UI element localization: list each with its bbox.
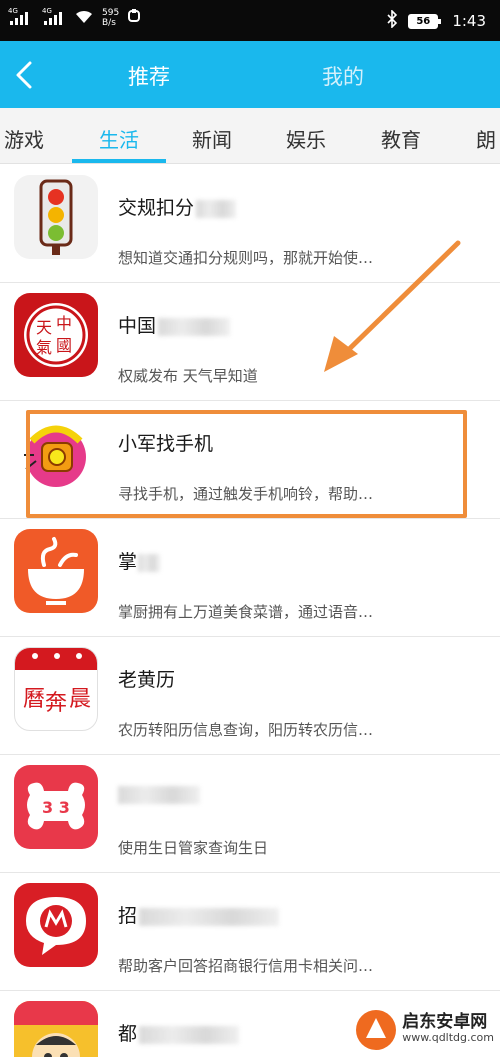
app-description: 想知道交通扣分规则吗，那就开始使…: [118, 249, 374, 267]
svg-text:3 3: 3 3: [42, 798, 70, 817]
tab-education[interactable]: 教育: [381, 124, 421, 153]
chevron-left-icon: [16, 61, 32, 89]
tab-recommend[interactable]: 推荐: [128, 61, 170, 91]
list-item[interactable]: 3 3 使用生日管家查询生日: [0, 755, 500, 873]
app-description: 农历转阳历信息查询，阳历转农历信…: [118, 721, 374, 739]
app-header: 推荐 我的: [0, 41, 500, 108]
china-seal-icon: 天 中 氣 國: [14, 293, 98, 377]
tab-partial[interactable]: 朗: [476, 124, 496, 153]
tab-news[interactable]: 新闻: [192, 124, 232, 153]
svg-text:晨: 晨: [69, 687, 91, 712]
cartoon-face-icon: [14, 1001, 98, 1057]
svg-text:天: 天: [36, 318, 52, 337]
cmb-bank-icon: [14, 883, 98, 967]
category-tab-bar: 游戏 生活 新闻 娱乐 教育 朗: [0, 108, 500, 164]
app-description: 权威发布 天气早知道: [118, 367, 258, 385]
active-tab-indicator: [72, 159, 166, 163]
clock: 1:43: [452, 12, 486, 30]
list-item[interactable]: 招 帮助客户回答招商银行信用卡相关问…: [0, 873, 500, 991]
app-description: 帮助客户回答招商银行信用卡相关问…: [118, 957, 374, 975]
network-speed: 595 B/s: [102, 8, 120, 28]
bowl-icon: [14, 529, 98, 613]
svg-text:國: 國: [56, 336, 72, 355]
back-button[interactable]: [8, 55, 42, 95]
battery-icon: 56: [408, 13, 442, 29]
tab-mine[interactable]: 我的: [322, 61, 364, 91]
svg-text:氣: 氣: [36, 338, 52, 357]
app-notification-icon: [127, 9, 141, 27]
app-title: 掌: [118, 547, 161, 574]
svg-text:奔: 奔: [45, 691, 67, 716]
svg-text:中: 中: [56, 314, 72, 333]
wifi-icon: [74, 8, 94, 28]
svg-text:曆: 曆: [23, 687, 45, 712]
tab-games[interactable]: 游戏: [4, 124, 44, 153]
signal-icon: 4G: [8, 7, 28, 25]
list-item[interactable]: 天 中 氣 國 中国 权威发布 天气早知道: [0, 283, 500, 401]
app-title: 交规扣分: [118, 193, 237, 220]
app-description: 寻找手机，通过触发手机响铃，帮助…: [118, 485, 374, 503]
app-title: 都: [118, 1019, 240, 1046]
list-item[interactable]: 小军找手机 寻找手机，通过触发手机响铃，帮助…: [0, 401, 500, 519]
app-description: 掌厨拥有上万道美食菜谱，通过语音…: [118, 603, 374, 621]
app-description: 使用生日管家查询生日: [118, 839, 269, 857]
list-item[interactable]: 曆 奔 晨 老黄历 农历转阳历信息查询，阳历转农历信…: [0, 637, 500, 755]
status-bar: 4G 4G 595 B/s 56 1:43: [0, 0, 500, 41]
app-title: 小军找手机: [118, 433, 214, 455]
app-title: 招: [118, 901, 280, 928]
bluetooth-icon: [386, 9, 398, 32]
signal-icon-2: 4G: [42, 7, 62, 25]
watermark-logo-icon: [356, 1010, 397, 1050]
tab-entertainment[interactable]: 娱乐: [286, 124, 326, 153]
list-item[interactable]: 交规扣分 想知道交通扣分规则吗，那就开始使…: [0, 165, 500, 283]
traffic-light-icon: [14, 175, 98, 259]
watermark-url: www.qdltdg.com: [402, 1031, 494, 1044]
birthday-bone-icon: 3 3: [14, 765, 98, 849]
calendar-icon: 曆 奔 晨: [14, 647, 98, 731]
app-title: 中国: [118, 311, 231, 338]
list-item[interactable]: 掌 掌厨拥有上万道美食菜谱，通过语音…: [0, 519, 500, 637]
watermark: 启东安卓网 www.qdltdg.com: [356, 1010, 494, 1050]
watermark-name: 启东安卓网: [402, 1012, 488, 1032]
phone-finder-icon: [14, 411, 98, 495]
app-title: 老黄历: [118, 669, 176, 691]
tab-life[interactable]: 生活: [99, 124, 139, 153]
app-title: [118, 783, 200, 805]
